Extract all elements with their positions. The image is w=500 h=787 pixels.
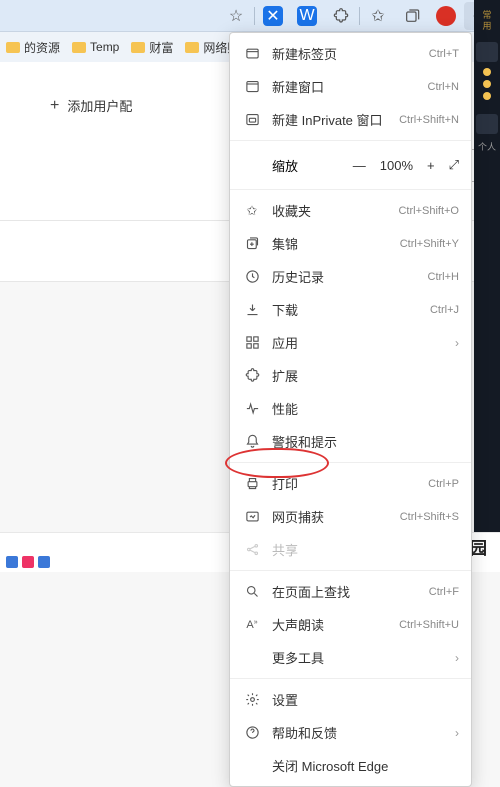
tiny-icon <box>38 556 50 568</box>
print-icon <box>242 476 262 491</box>
apps-icon <box>242 335 262 350</box>
menu-new-inprivate[interactable]: 新建 InPrivate 窗口 Ctrl+Shift+N <box>230 103 471 136</box>
bookmark-folder[interactable]: 的资源 <box>6 39 60 56</box>
menu-favorites[interactable]: ✩ 收藏夹 Ctrl+Shift+O <box>230 194 471 227</box>
menu-alerts[interactable]: 警报和提示 <box>230 425 471 458</box>
menu-zoom-row: 缩放 — 100% + ⤢ <box>230 145 471 185</box>
help-icon <box>242 725 262 740</box>
menu-capture[interactable]: 网页捕获 Ctrl+Shift+S <box>230 500 471 533</box>
zoom-in-button[interactable]: + <box>427 158 435 173</box>
folder-icon <box>185 42 199 53</box>
extension-button-1[interactable]: ✕ <box>257 2 289 30</box>
history-icon <box>242 269 262 284</box>
star-icon: ✩ <box>242 203 262 219</box>
menu-read-aloud[interactable]: A» 大声朗读 Ctrl+Shift+U <box>230 608 471 641</box>
bookmark-folder[interactable]: 财富 <box>131 39 173 56</box>
folder-icon <box>131 42 145 53</box>
profile-avatar[interactable] <box>430 2 462 30</box>
bell-icon <box>242 434 262 449</box>
plus-icon: + <box>50 97 59 115</box>
menu-more-tools[interactable]: 更多工具 › <box>230 641 471 674</box>
new-window-icon <box>242 79 262 94</box>
puzzle-icon <box>242 368 262 383</box>
readaloud-icon: A» <box>242 619 262 631</box>
chevron-right-icon: › <box>455 651 459 665</box>
menu-settings[interactable]: 设置 <box>230 683 471 716</box>
toolbar-divider <box>359 7 360 25</box>
chevron-right-icon: › <box>455 726 459 740</box>
sidebar-dot <box>483 80 491 88</box>
extension-button-2[interactable]: W <box>291 2 323 30</box>
sidebar-dot <box>483 68 491 76</box>
sidebar-thumb[interactable] <box>476 114 498 134</box>
menu-help[interactable]: 帮助和反馈 › <box>230 716 471 749</box>
extensions-puzzle-icon[interactable] <box>325 2 357 30</box>
search-icon <box>242 584 262 599</box>
menu-downloads[interactable]: 下载 Ctrl+J <box>230 293 471 326</box>
menu-new-window[interactable]: 新建窗口 Ctrl+N <box>230 70 471 103</box>
gear-icon <box>242 692 262 707</box>
menu-share: 共享 <box>230 533 471 566</box>
menu-separator <box>230 189 471 190</box>
menu-extensions[interactable]: 扩展 <box>230 359 471 392</box>
collections-icon <box>242 236 262 251</box>
capture-icon <box>242 509 262 524</box>
right-sidebar-strip: 常用 个人 <box>474 0 500 532</box>
menu-find[interactable]: 在页面上查找 Ctrl+F <box>230 575 471 608</box>
share-icon <box>242 542 262 557</box>
sidebar-label: 常用 <box>481 10 494 32</box>
bookmark-folder[interactable]: Temp <box>72 40 119 54</box>
zoom-out-button[interactable]: — <box>353 158 366 173</box>
zoom-value: 100% <box>380 158 413 173</box>
inprivate-icon <box>242 112 262 127</box>
new-tab-icon <box>242 46 262 61</box>
sidebar-thumb[interactable] <box>476 42 498 62</box>
menu-apps[interactable]: 应用 › <box>230 326 471 359</box>
add-user-label: 添加用户配 <box>67 96 132 115</box>
taskbar-icons <box>6 556 50 568</box>
download-icon <box>242 302 262 317</box>
pulse-icon <box>242 401 262 416</box>
folder-icon <box>6 42 20 53</box>
sidebar-dot <box>483 92 491 100</box>
browser-toolbar: ☆ ✕ W ✩ ⋯ <box>0 0 500 32</box>
menu-history[interactable]: 历史记录 Ctrl+H <box>230 260 471 293</box>
menu-new-tab[interactable]: 新建标签页 Ctrl+T <box>230 37 471 70</box>
menu-collections[interactable]: 集锦 Ctrl+Shift+Y <box>230 227 471 260</box>
menu-close-edge[interactable]: 关闭 Microsoft Edge <box>230 749 471 782</box>
toolbar-divider <box>254 7 255 25</box>
folder-icon <box>72 42 86 53</box>
menu-separator <box>230 140 471 141</box>
zoom-label: 缩放 <box>242 156 353 175</box>
menu-print[interactable]: 打印 Ctrl+P <box>230 467 471 500</box>
menu-separator <box>230 462 471 463</box>
tiny-icon <box>6 556 18 568</box>
collections-icon[interactable] <box>396 2 428 30</box>
tiny-icon <box>22 556 34 568</box>
menu-separator <box>230 570 471 571</box>
favorites-icon[interactable]: ✩ <box>362 2 394 30</box>
menu-separator <box>230 678 471 679</box>
chevron-right-icon: › <box>455 336 459 350</box>
fullscreen-icon[interactable]: ⤢ <box>449 157 459 173</box>
sidebar-personal-label: 个人 <box>474 140 500 153</box>
menu-performance[interactable]: 性能 <box>230 392 471 425</box>
settings-menu: 新建标签页 Ctrl+T 新建窗口 Ctrl+N 新建 InPrivate 窗口… <box>229 32 472 787</box>
favorite-star-icon[interactable]: ☆ <box>220 2 252 30</box>
